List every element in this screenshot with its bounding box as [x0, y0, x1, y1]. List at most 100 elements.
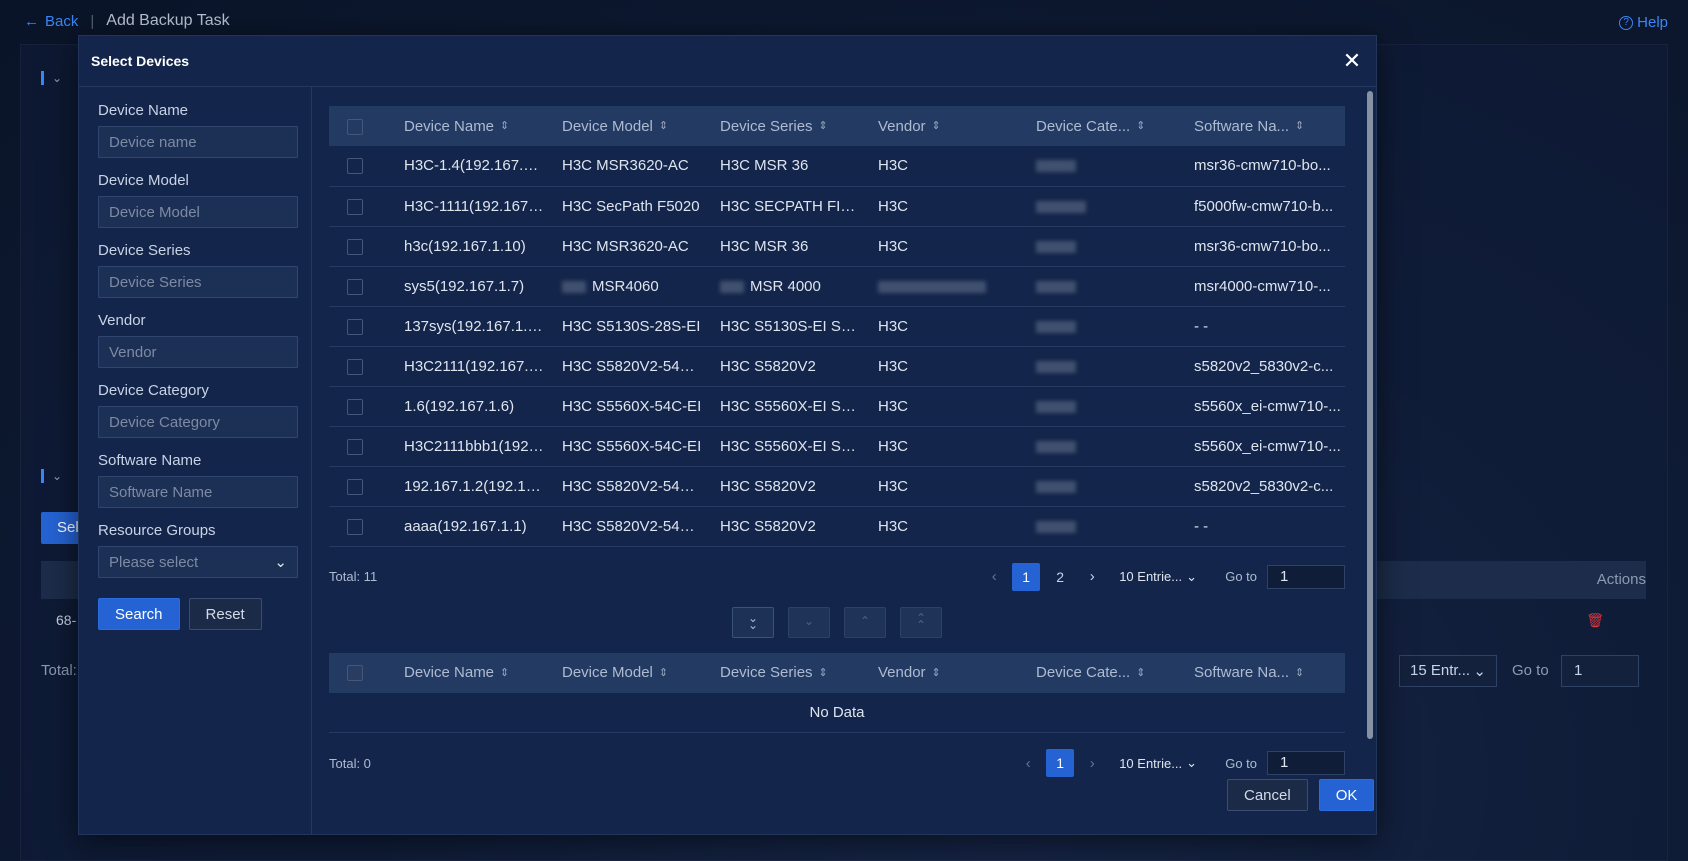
move-down-button[interactable]: ⌄	[788, 606, 830, 638]
device-series-input[interactable]: Device Series	[98, 266, 298, 298]
table-row[interactable]: 1.6(192.167.1.6) H3C S5560X-54C-EI H3C S55…	[329, 386, 1345, 427]
row-checkbox[interactable]	[347, 358, 363, 375]
page-1-button[interactable]: 1	[1012, 562, 1041, 591]
row-checkbox[interactable]	[347, 478, 363, 495]
column-header-device-series[interactable]: Device Series ⇕	[702, 652, 860, 693]
table-header-row: Device Name ⇕ Device Model ⇕ Device Series…	[329, 652, 1345, 693]
page-1-button[interactable]: 1	[1046, 749, 1075, 777]
back-link[interactable]: ← Back	[24, 13, 78, 30]
prev-page-icon[interactable]: ‹	[1013, 755, 1043, 772]
column-header-device-series[interactable]: Device Series ⇕	[702, 106, 860, 146]
device-name-cell: H3C2111(192.167.1...	[386, 346, 544, 387]
sort-icon[interactable]: ⇕	[932, 667, 941, 679]
sort-icon[interactable]: ⇕	[500, 667, 509, 679]
column-header-device-category[interactable]: Device Cate... ⇕	[1018, 106, 1176, 146]
table-row[interactable]: 137sys(192.167.1.1... H3C S5130S-28S-EI H3…	[329, 306, 1345, 347]
section-collapse-2[interactable]: ⌄	[41, 469, 62, 483]
resource-groups-select[interactable]: Please select ⌄	[98, 546, 298, 578]
row-checkbox[interactable]	[347, 438, 363, 455]
prev-page-icon[interactable]: ‹	[979, 568, 1009, 585]
ok-button[interactable]: OK	[1318, 779, 1375, 811]
redacted-value	[1036, 280, 1076, 293]
table-row[interactable]: H3C-1111(192.167.... H3C SecPath F5020 H3C…	[329, 186, 1345, 227]
next-page-icon[interactable]: ›	[1077, 755, 1107, 772]
move-all-up-button[interactable]: ⌃ ⌃	[900, 606, 942, 638]
select-all-checkbox[interactable]	[347, 665, 363, 682]
sort-icon[interactable]: ⇕	[659, 667, 668, 679]
redacted-value	[1036, 320, 1076, 333]
help-link[interactable]: ? Help	[1619, 14, 1668, 31]
sort-icon[interactable]: ⇕	[1136, 667, 1145, 679]
trash-icon[interactable]: 🗑	[1586, 612, 1604, 629]
column-header-vendor[interactable]: Vendor ⇕	[860, 106, 1018, 146]
table-row[interactable]: h3c(192.167.1.10) H3C MSR3620-AC H3C MSR 3…	[329, 226, 1345, 267]
column-header-software-name[interactable]: Software Na... ⇕	[1176, 106, 1345, 146]
cancel-button[interactable]: Cancel	[1227, 779, 1308, 811]
sort-icon[interactable]: ⇕	[500, 121, 509, 132]
modal-header: Select Devices ✕	[79, 36, 1376, 87]
move-up-button[interactable]: ⌃	[844, 606, 886, 638]
reset-button[interactable]: Reset	[188, 598, 262, 630]
resource-groups-label: Resource Groups	[98, 522, 216, 539]
table-row[interactable]: sys5(192.167.1.7) MSR4060 MSR 4000 msr4000-…	[329, 266, 1345, 307]
sort-icon[interactable]: ⇕	[659, 121, 668, 132]
close-icon[interactable]: ✕	[1340, 48, 1364, 74]
background-row-cell: 68-	[56, 612, 77, 628]
column-header-device-name[interactable]: Device Name ⇕	[386, 652, 544, 693]
sort-icon[interactable]: ⇕	[1295, 121, 1304, 132]
background-goto-input[interactable]: 1	[1561, 655, 1639, 687]
device-model-cell: H3C S5560X-54C-EI	[544, 386, 702, 427]
row-checkbox[interactable]	[347, 278, 363, 295]
vendor-input[interactable]: Vendor	[98, 336, 298, 368]
device-name-label: Device Name	[98, 102, 189, 119]
move-all-down-button[interactable]: ⌄ ⌄	[732, 606, 774, 638]
page-size-select[interactable]: 10 Entrie... ⌄	[1119, 755, 1207, 771]
vendor-cell: H3C	[860, 146, 1018, 187]
row-checkbox[interactable]	[347, 158, 363, 175]
sort-icon[interactable]: ⇕	[1295, 667, 1304, 679]
sort-icon[interactable]: ⇕	[1136, 121, 1145, 132]
device-name-cell: 1.6(192.167.1.6)	[386, 386, 544, 427]
device-category-input[interactable]: Device Category	[98, 406, 298, 438]
modal-scrollbar[interactable]	[1367, 91, 1373, 739]
goto-label: Go to	[1225, 569, 1257, 584]
vendor-cell: H3C	[860, 386, 1018, 427]
column-header-software-name[interactable]: Software Na... ⇕	[1176, 652, 1345, 693]
goto-input[interactable]: 1	[1267, 751, 1345, 775]
column-header-device-name[interactable]: Device Name ⇕	[386, 106, 544, 146]
table-row[interactable]: H3C2111(192.167.1... H3C S5820V2-54Q... H3…	[329, 346, 1345, 387]
section-collapse-1[interactable]: ⌄	[41, 71, 62, 85]
page-size-select[interactable]: 10 Entrie... ⌄	[1119, 569, 1207, 585]
row-checkbox[interactable]	[347, 198, 363, 215]
search-button[interactable]: Search	[98, 598, 180, 630]
next-page-icon[interactable]: ›	[1077, 568, 1107, 585]
software-name-input[interactable]: Software Name	[98, 476, 298, 508]
row-checkbox[interactable]	[347, 518, 363, 535]
table-row[interactable]: aaaa(192.167.1.1) H3C S5820V2-54Q... H3C S…	[329, 506, 1345, 547]
table-row[interactable]: 192.167.1.2(192.16... H3C S5820V2-54Q... H…	[329, 466, 1345, 507]
sort-icon[interactable]: ⇕	[819, 667, 828, 679]
row-checkbox-cell	[329, 266, 386, 307]
selected-pager: Total: 0 ‹ 1 › 10 Entrie... ⌄ Go to 1	[329, 747, 1345, 779]
table-row[interactable]: H3C2111bbb1(192.... H3C S5560X-54C-EI H3C …	[329, 426, 1345, 467]
device-model-cell: H3C S5820V2-54Q...	[544, 506, 702, 547]
page-2-button[interactable]: 2	[1046, 563, 1074, 591]
device-model-input[interactable]: Device Model	[98, 196, 298, 228]
goto-input[interactable]: 1	[1267, 564, 1345, 589]
select-devices-button[interactable]: Sel	[41, 512, 81, 544]
select-all-checkbox[interactable]	[347, 118, 363, 135]
column-header-vendor[interactable]: Vendor ⇕	[860, 652, 1018, 693]
row-checkbox[interactable]	[347, 318, 363, 335]
device-name-input[interactable]: Device name	[98, 126, 298, 158]
modal-title: Select Devices	[91, 53, 190, 69]
column-header-device-model[interactable]: Device Model ⇕	[544, 106, 702, 146]
column-header-device-model[interactable]: Device Model ⇕	[544, 652, 702, 693]
sort-icon[interactable]: ⇕	[932, 121, 941, 132]
actions-header: Actions	[1596, 571, 1646, 588]
row-checkbox[interactable]	[347, 398, 363, 415]
table-row[interactable]: H3C-1.4(192.167.1.4) H3C MSR3620-AC H3C MS…	[329, 146, 1345, 187]
sort-icon[interactable]: ⇕	[819, 121, 828, 132]
column-header-device-category[interactable]: Device Cate... ⇕	[1018, 652, 1176, 693]
row-checkbox[interactable]	[347, 238, 363, 255]
background-page-size-select[interactable]: 15 Entr... ⌄	[1399, 655, 1497, 687]
